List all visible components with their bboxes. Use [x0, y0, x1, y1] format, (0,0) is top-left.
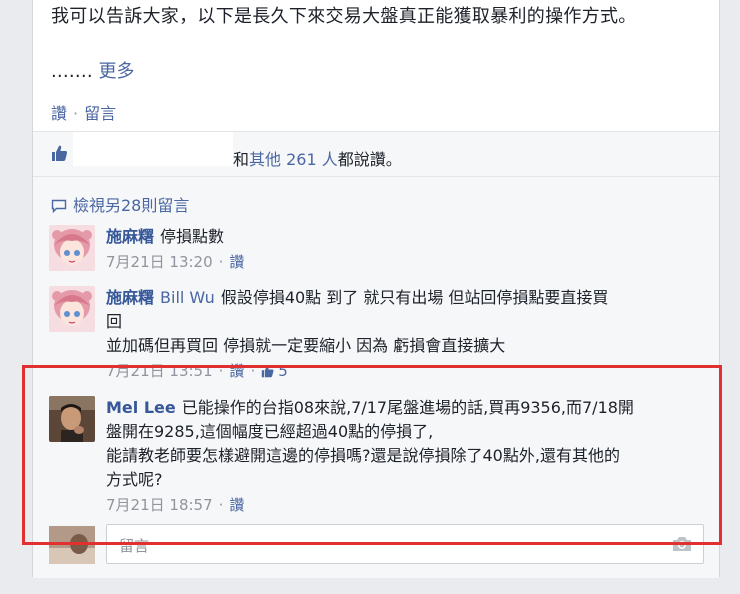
post-card: 我可以告訴大家，以下是長久下來交易大盤真正能獲取暴利的操作方式。 .…… 更多 …	[32, 0, 720, 578]
see-more-link[interactable]: 更多	[98, 61, 134, 82]
likes-text: 和其他 261 人都說讚。	[233, 146, 402, 170]
post-actions: 讚 · 留言	[51, 100, 116, 124]
comment-like-button[interactable]: 讚	[229, 496, 244, 514]
comment-text: 停損點數	[160, 227, 225, 246]
comment-input-placeholder: 留言	[119, 537, 150, 555]
commenter-name[interactable]: 施麻糬	[106, 288, 154, 307]
comment-time[interactable]: 7月21日 18:57	[106, 496, 213, 514]
feedback-section: 和其他 261 人都說讚。 檢視另28則留言 施麻糬 停損點數 7月21日 13…	[33, 131, 719, 578]
comment-meta: 7月21日 13:51 · 讚 · 5	[106, 359, 706, 383]
comment-text: 能請教老師要怎樣避開這邊的停損嗎?還是說停損除了40點外,還有其他的	[106, 446, 620, 465]
separator-dot: ·	[218, 496, 224, 514]
mention-link[interactable]: Bill Wu	[160, 288, 215, 307]
comment-bubble-icon	[51, 199, 67, 213]
comment-text-line: 施麻糬 Bill Wu 假設停損40點 到了 就只有出場 但站回停損點要直接買	[106, 286, 706, 310]
post-content: 我可以告訴大家，以下是長久下來交易大盤真正能獲取暴利的操作方式。 .…… 更多 …	[33, 0, 719, 131]
post-text: 我可以告訴大家，以下是長久下來交易大盤真正能獲取暴利的操作方式。	[51, 6, 637, 27]
comment-time[interactable]: 7月21日 13:20	[106, 253, 213, 271]
comment-text: 方式呢?	[106, 470, 163, 489]
avatar	[49, 526, 95, 564]
likes-suffix: 都說讚。	[337, 150, 402, 169]
avatar[interactable]	[49, 286, 95, 332]
camera-icon[interactable]	[671, 535, 693, 553]
comment-text: 已能操作的台指08來說,7/17尾盤進場的話,買再9356,而7/18開	[181, 398, 634, 417]
comment-button[interactable]: 留言	[84, 104, 116, 123]
ellipsis: .……	[51, 61, 93, 82]
comment-body: Mel Lee 已能操作的台指08來說,7/17尾盤進場的話,買再9356,而7/…	[106, 396, 706, 517]
comment-meta: 7月21日 13:20 · 讚	[106, 250, 706, 274]
avatar[interactable]	[49, 396, 95, 442]
comment-text-line: 施麻糬 停損點數	[106, 225, 706, 249]
separator-dot: ·	[218, 362, 224, 380]
comment-text: 回	[106, 312, 123, 331]
redacted-names	[73, 132, 233, 166]
see-more-line: .…… 更多	[51, 59, 134, 85]
comment-like-count[interactable]: 5	[261, 362, 288, 380]
like-count-value: 5	[278, 362, 288, 380]
comment-meta: 7月21日 18:57 · 讚	[106, 493, 706, 517]
comment-like-button[interactable]: 讚	[229, 362, 244, 380]
like-thumb-icon	[52, 145, 68, 161]
others-link[interactable]: 其他 261 人	[249, 150, 338, 169]
like-thumb-icon	[261, 365, 274, 378]
comment-text: 盤開在9285,這個幅度已經超過40點的停損了,	[106, 422, 434, 441]
comment-text: 假設停損40點 到了 就只有出場 但站回停損點要直接買	[220, 288, 609, 307]
comment-body: 施麻糬 Bill Wu 假設停損40點 到了 就只有出場 但站回停損點要直接買 回 …	[106, 286, 706, 383]
view-more-comments[interactable]: 檢視另28則留言	[51, 192, 189, 216]
separator-dot: ·	[218, 253, 224, 271]
comment-like-button[interactable]: 讚	[229, 253, 244, 271]
commenter-name[interactable]: Mel Lee	[106, 398, 176, 417]
comment-body: 施麻糬 停損點數 7月21日 13:20 · 讚	[106, 225, 706, 274]
separator-dot: ·	[73, 104, 79, 123]
reply-composer: 留言	[49, 522, 709, 566]
likes-and: 和	[233, 150, 250, 169]
comment-time[interactable]: 7月21日 13:51	[106, 362, 213, 380]
view-more-label: 檢視另28則留言	[73, 196, 190, 215]
separator-dot: ·	[250, 362, 256, 380]
likes-summary: 和其他 261 人都說讚。	[33, 132, 719, 177]
avatar[interactable]	[49, 225, 95, 271]
like-button[interactable]: 讚	[51, 104, 67, 123]
comment-text: 並加碼但再買回 停損就一定要縮小 因為 虧損會直接擴大	[106, 336, 506, 355]
comment-input[interactable]: 留言	[106, 524, 704, 564]
comment-text-line: Mel Lee 已能操作的台指08來說,7/17尾盤進場的話,買再9356,而7/…	[106, 396, 706, 420]
commenter-name[interactable]: 施麻糬	[106, 227, 154, 246]
